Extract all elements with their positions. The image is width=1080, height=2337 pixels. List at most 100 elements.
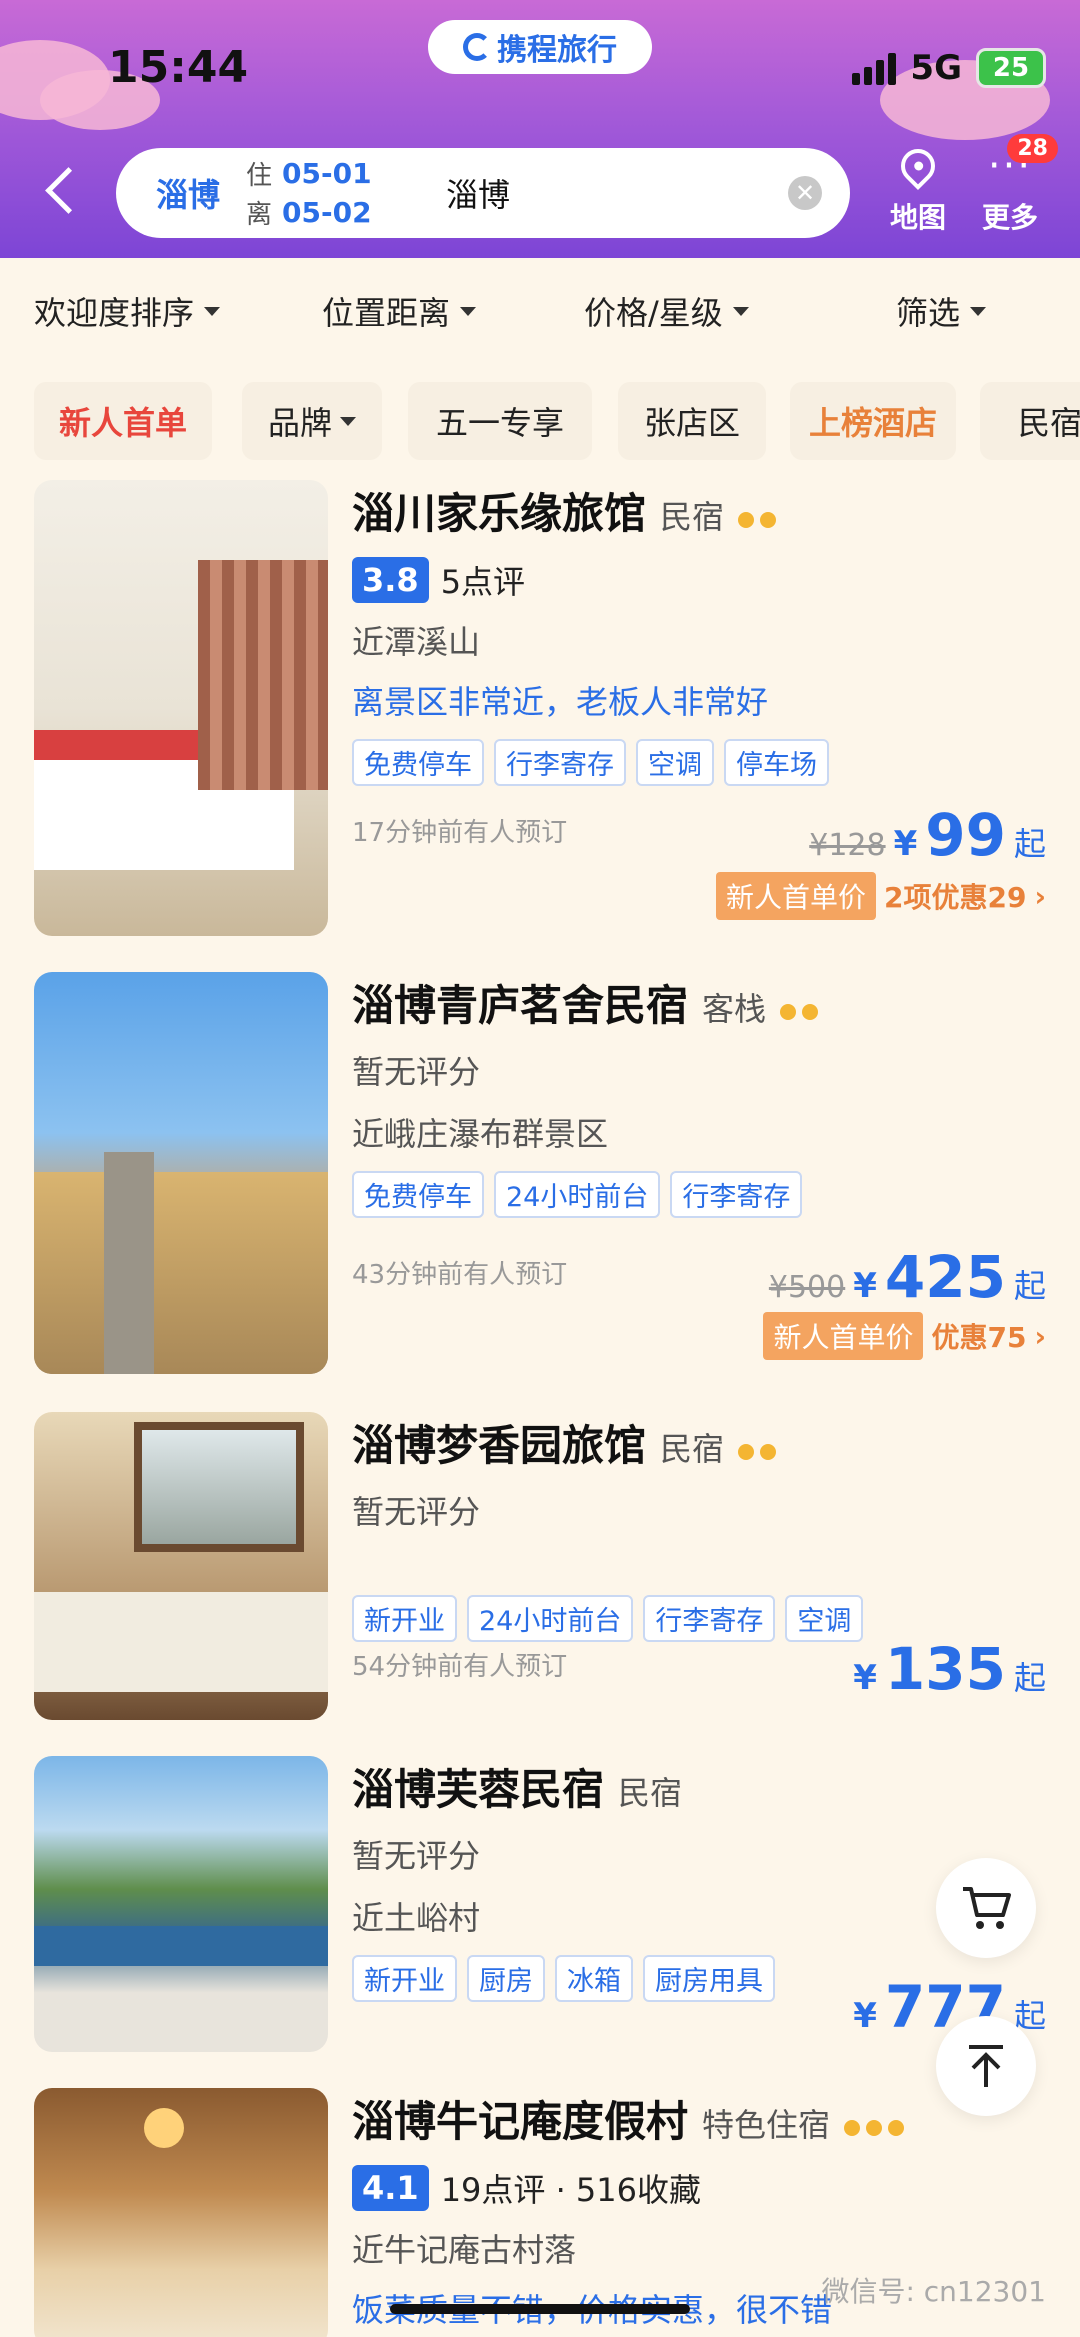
review-count: 19点评 · 516收藏 xyxy=(440,2171,702,2209)
checkin-label: 住 xyxy=(246,161,273,191)
hotel-photo xyxy=(34,2088,328,2337)
quick-tag-label: 张店区 xyxy=(643,404,740,442)
hotel-info: 淄川家乐缘旅馆 民宿 3.8 5点评 近潭溪山 离景区非常近，老板人非常好 免费… xyxy=(352,480,1046,920)
more-label: 更多 xyxy=(981,201,1038,234)
promo-text: 2项优惠29 xyxy=(884,881,1027,914)
hotel-info: 淄博梦香园旅馆 民宿 暂无评分 新开业 24小时前台 行李寄存 空调 54分钟前… xyxy=(352,1412,1046,1698)
arrow-up-icon xyxy=(969,2045,1003,2087)
review-score: 4.1 xyxy=(352,2165,429,2211)
amenity-tag: 空调 xyxy=(636,739,714,786)
price: ¥ 135 起 xyxy=(853,1640,1046,1699)
hotel-info: 淄博青庐茗舍民宿 客栈 暂无评分 近峨庄瀑布群景区 免费停车 24小时前台 行李… xyxy=(352,972,1046,1360)
current-price: 99 xyxy=(925,801,1006,869)
app-header: 15:44 携程旅行 5G 25 淄博 住 05-01 离 05-02 淄博 ✕… xyxy=(0,0,1080,258)
more-button[interactable]: ··· 更多 28 xyxy=(962,134,1058,236)
hotel-type: 民宿 xyxy=(660,498,725,536)
caret-down-icon xyxy=(460,306,477,316)
hotel-card[interactable]: 淄博芙蓉民宿 民宿 暂无评分 近土峪村 新开业 厨房 冰箱 厨房用具 ¥ 777… xyxy=(0,1756,1080,2052)
review-score: 3.8 xyxy=(352,557,429,603)
currency-symbol: ¥ xyxy=(853,1996,877,2036)
star-rating xyxy=(738,512,777,528)
nearby-landmark: 近牛记庵古村落 xyxy=(352,2231,577,2269)
chevron-right-icon: › xyxy=(1034,1319,1046,1353)
status-time: 15:44 xyxy=(108,42,249,93)
currency-symbol: ¥ xyxy=(853,1266,877,1306)
no-rating: 暂无评分 xyxy=(352,1837,481,1875)
hotel-card[interactable]: 淄博青庐茗舍民宿 客栈 暂无评分 近峨庄瀑布群景区 免费停车 24小时前台 行李… xyxy=(0,972,1080,1374)
search-bar[interactable]: 淄博 住 05-01 离 05-02 淄博 ✕ xyxy=(116,148,850,238)
amenity-tag: 冰箱 xyxy=(555,1955,633,2002)
hotel-type: 客栈 xyxy=(702,990,767,1028)
hotel-type: 民宿 xyxy=(618,1774,683,1812)
hotel-photo xyxy=(34,972,328,1374)
filter-label: 欢迎度排序 xyxy=(34,294,195,332)
chevron-right-icon: › xyxy=(1034,879,1046,913)
promo[interactable]: 新人首单价 2项优惠29 › xyxy=(715,872,1046,920)
quick-tag-brand[interactable]: 品牌 xyxy=(242,382,382,460)
caret-down-icon xyxy=(204,306,221,316)
nearby-landmark: 近峨庄瀑布群景区 xyxy=(352,1115,609,1153)
quick-tag-may-day[interactable]: 五一专享 xyxy=(408,382,592,460)
sort-filter[interactable]: 欢迎度排序 xyxy=(34,288,221,334)
amenity-tags: 免费停车 24小时前台 行李寄存 xyxy=(352,1171,1046,1218)
caret-down-icon xyxy=(970,306,987,316)
no-rating: 暂无评分 xyxy=(352,1053,481,1091)
hotel-type: 民宿 xyxy=(660,1430,725,1468)
currency-symbol: ¥ xyxy=(853,1658,877,1698)
watermark: 微信号: cn12301 xyxy=(821,2275,1046,2308)
hotel-name: 淄博青庐茗舍民宿 xyxy=(352,981,689,1030)
checkout-date: 05-02 xyxy=(282,196,372,229)
hotel-info: 淄博芙蓉民宿 民宿 暂无评分 近土峪村 新开业 厨房 冰箱 厨房用具 ¥ 777… xyxy=(352,1756,1046,2036)
back-button[interactable] xyxy=(40,170,80,210)
price-star-filter[interactable]: 价格/星级 xyxy=(584,288,749,334)
notification-badge: 28 xyxy=(1007,134,1058,163)
date-selector[interactable]: 住 05-01 离 05-02 xyxy=(246,155,416,231)
quick-tag-label: 民宿 xyxy=(1017,404,1080,442)
original-price: ¥500 xyxy=(768,1270,846,1305)
courtyard-illustration xyxy=(34,1172,328,1374)
network-type: 5G xyxy=(910,48,962,88)
quick-tag-ranked[interactable]: 上榜酒店 xyxy=(790,382,956,460)
city-selector[interactable]: 淄博 xyxy=(156,170,246,216)
roof-illustration xyxy=(34,1926,328,1966)
map-label: 地图 xyxy=(889,201,946,234)
star-rating xyxy=(780,1004,819,1020)
nearby-landmark: 近潭溪山 xyxy=(352,623,481,661)
back-to-top-button[interactable] xyxy=(936,2016,1036,2116)
hotel-photo xyxy=(34,1756,328,2052)
no-rating: 暂无评分 xyxy=(352,1493,481,1531)
cart-button[interactable] xyxy=(936,1858,1036,1958)
recent-booking: 54分钟前有人预订 xyxy=(352,1652,568,1682)
filter-label: 位置距离 xyxy=(322,294,451,332)
filter-label: 筛选 xyxy=(896,294,961,332)
search-keyword[interactable]: 淄博 xyxy=(446,170,788,216)
caret-down-icon xyxy=(732,306,749,316)
amenity-tag: 新开业 xyxy=(352,1595,457,1642)
review-count: 5点评 xyxy=(440,563,526,601)
amenity-tag: 空调 xyxy=(785,1595,864,1642)
currency-symbol: ¥ xyxy=(893,824,918,864)
current-price: 425 xyxy=(884,1243,1006,1311)
clear-icon[interactable]: ✕ xyxy=(788,176,822,210)
price-suffix: 起 xyxy=(1013,1659,1046,1697)
amenity-tag: 厨房 xyxy=(467,1955,545,2002)
hotel-card[interactable]: 淄川家乐缘旅馆 民宿 3.8 5点评 近潭溪山 离景区非常近，老板人非常好 免费… xyxy=(0,480,1080,936)
brand-badge: 携程旅行 xyxy=(428,20,652,74)
more-filter[interactable]: 筛选 xyxy=(896,288,987,334)
promo[interactable]: 新人首单价 优惠75 › xyxy=(763,1312,1046,1360)
quick-tag-homestay[interactable]: 民宿 xyxy=(980,382,1080,460)
hotel-card[interactable]: 淄博梦香园旅馆 民宿 暂无评分 新开业 24小时前台 行李寄存 空调 54分钟前… xyxy=(0,1412,1080,1720)
battery-level: 25 xyxy=(992,53,1030,83)
amenity-tag: 24小时前台 xyxy=(494,1171,661,1218)
quick-tag-label: 五一专享 xyxy=(435,404,564,442)
quick-tag-district[interactable]: 张店区 xyxy=(618,382,766,460)
location-filter[interactable]: 位置距离 xyxy=(322,288,477,334)
hotel-name: 淄博芙蓉民宿 xyxy=(352,1765,605,1814)
amenity-tag: 行李寄存 xyxy=(494,739,626,786)
original-price: ¥128 xyxy=(809,828,886,863)
signal-icon xyxy=(852,51,897,85)
home-indicator[interactable] xyxy=(390,2304,690,2314)
quick-tag-new-user[interactable]: 新人首单 xyxy=(34,382,212,460)
brand-name: 携程旅行 xyxy=(497,33,617,68)
map-button[interactable]: 地图 xyxy=(870,140,966,236)
